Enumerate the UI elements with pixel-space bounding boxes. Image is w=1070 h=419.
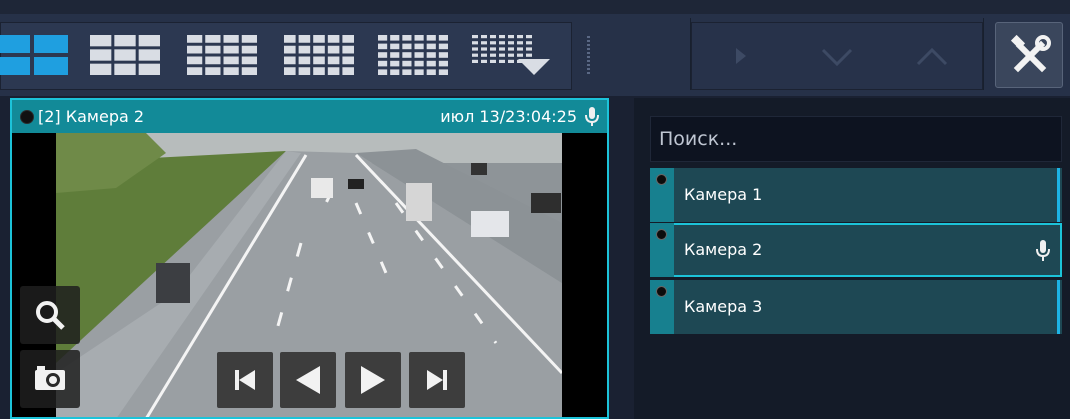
microphone-icon	[585, 107, 599, 126]
camera-item-accent-bar	[1057, 168, 1060, 222]
skip-back-icon	[235, 370, 255, 390]
settings-tools-button[interactable]	[995, 22, 1063, 88]
tools-icon	[1010, 34, 1051, 73]
toolbar-top-strip	[0, 0, 1070, 14]
play-reverse-icon	[296, 366, 320, 394]
toolbar-grip[interactable]	[587, 36, 590, 76]
camera-view-header: [2] Камера 2 июл 13/23:04:25	[12, 100, 607, 133]
layout-more-dropdown-button[interactable]	[472, 33, 552, 77]
camera-view-title: [2] Камера 2	[38, 107, 145, 126]
camera-item-label: Камера 3	[684, 297, 763, 316]
camera-status-dot	[656, 174, 667, 185]
skip-forward-icon	[427, 370, 447, 390]
step-back-button[interactable]	[280, 352, 336, 408]
camera-list-item[interactable]: Камера 1	[650, 168, 1062, 222]
camera-list-item-selected[interactable]: Камера 2	[650, 223, 1062, 277]
camera-view-panel[interactable]: [2] Камера 2 июл 13/23:04:25	[10, 98, 609, 419]
chevron-down-icon[interactable]	[815, 36, 859, 76]
camera-item-label: Камера 2	[684, 240, 763, 259]
zoom-button[interactable]	[20, 286, 80, 344]
layout-4x4-alt-button[interactable]	[284, 33, 354, 77]
camera-view-timestamp: июл 13/23:04:25	[440, 107, 577, 126]
magnifier-icon	[36, 301, 65, 330]
play-button[interactable]	[345, 352, 401, 408]
snapshot-button[interactable]	[20, 350, 80, 408]
skip-to-end-button[interactable]	[409, 352, 465, 408]
camera-status-dot	[656, 229, 667, 240]
camera-status-dot	[656, 286, 667, 297]
layout-5x5-button[interactable]	[378, 33, 448, 77]
search-input[interactable]: Поиск...	[650, 116, 1062, 162]
microphone-icon	[1036, 240, 1050, 261]
toolbar-divider	[983, 18, 984, 90]
camera-item-label: Камера 1	[684, 185, 763, 204]
camera-icon	[35, 366, 65, 390]
play-arrow-icon[interactable]	[720, 36, 764, 76]
chevron-up-icon[interactable]	[910, 36, 954, 76]
camera-status-dot	[20, 110, 34, 124]
layout-4x4-button[interactable]	[187, 33, 257, 77]
camera-list-item[interactable]: Камера 3	[650, 280, 1062, 334]
layout-2x2-button[interactable]	[0, 33, 70, 77]
skip-to-start-button[interactable]	[217, 352, 273, 408]
play-icon	[361, 366, 385, 394]
layout-3x3-button[interactable]	[90, 33, 160, 77]
top-toolbar	[0, 0, 1070, 96]
camera-item-accent-bar	[1057, 280, 1060, 334]
